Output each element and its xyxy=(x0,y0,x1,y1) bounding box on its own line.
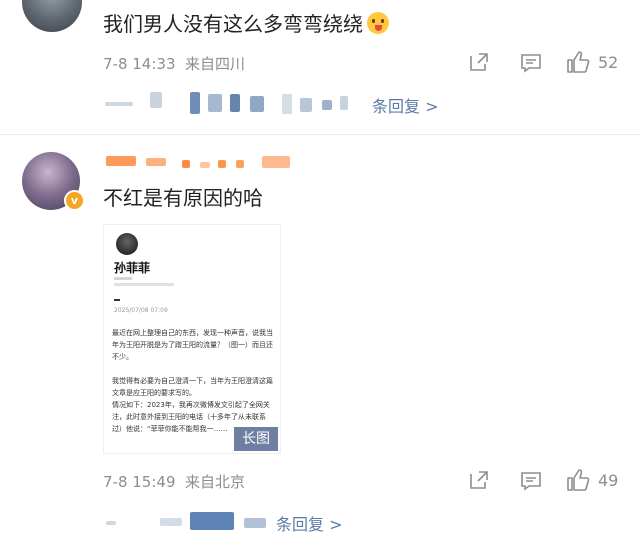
blurred-name xyxy=(250,96,264,112)
image-divider xyxy=(114,299,120,301)
image-date: 2025/07/08 07:09 xyxy=(114,307,168,314)
long-image-badge: 长图 xyxy=(234,427,278,451)
comment-meta: 7-8 15:49 来自北京 xyxy=(103,471,245,492)
comment-text-content: 我们男人没有这么多弯弯绕绕 xyxy=(103,12,363,36)
view-replies-link[interactable]: 条回复 > xyxy=(276,511,343,535)
blurred-username xyxy=(106,156,136,166)
blurred-name xyxy=(190,512,234,530)
blurred-name xyxy=(322,100,332,110)
like-icon[interactable] xyxy=(566,50,590,74)
blurred-name xyxy=(282,94,292,114)
tongue-out-emoji-icon xyxy=(367,12,389,34)
blurred-username xyxy=(200,162,210,168)
comment-meta: 7-8 14:33 来自四川 xyxy=(103,53,245,74)
forward-icon[interactable] xyxy=(468,469,490,491)
image-paragraph: 我觉得有必要为自己澄清一下，当年为王阳澄清这篇文章是应王阳的要求写的。 xyxy=(112,377,273,397)
blurred-name xyxy=(300,98,312,112)
attached-long-image[interactable]: 孙菲菲 2025/07/08 07:09 最近在网上整理自己的东西，发现一种声音… xyxy=(103,224,281,454)
image-author-sub xyxy=(114,277,174,286)
comment-time: 7-8 15:49 xyxy=(103,473,176,491)
verified-badge-icon: v xyxy=(64,190,85,211)
comment-location: 来自四川 xyxy=(185,55,246,73)
comment-icon[interactable] xyxy=(520,470,542,492)
comment-text: 我们男人没有这么多弯弯绕绕 xyxy=(103,8,389,37)
blurred-name xyxy=(150,92,162,108)
blurred-username xyxy=(236,160,244,168)
blurred-username xyxy=(262,156,290,168)
like-icon[interactable] xyxy=(566,468,590,492)
blurred-username xyxy=(218,160,226,168)
blurred-username xyxy=(182,160,190,168)
blurred-name xyxy=(340,96,348,110)
blurred-name xyxy=(160,518,182,526)
blurred-name xyxy=(208,94,222,112)
image-paragraph: 最近在网上整理自己的东西，发现一种声音，说我当年为王阳开脱是为了蹭王阳的流量？（… xyxy=(112,329,273,361)
like-count: 49 xyxy=(598,471,619,490)
image-author-avatar xyxy=(116,233,138,255)
comment-text: 不红是有原因的哈 xyxy=(103,186,263,210)
forward-icon[interactable] xyxy=(468,51,490,73)
view-replies-link[interactable]: 条回复 > xyxy=(372,93,439,117)
blurred-name xyxy=(190,92,200,114)
comment-icon[interactable] xyxy=(520,52,542,74)
avatar[interactable] xyxy=(22,0,82,32)
divider xyxy=(0,134,640,135)
like-count: 52 xyxy=(598,53,619,72)
comment-location: 来自北京 xyxy=(185,473,246,491)
blurred-name xyxy=(106,521,116,525)
blurred-name xyxy=(230,94,240,112)
image-author-name: 孙菲菲 xyxy=(114,261,151,275)
comment-time: 7-8 14:33 xyxy=(103,55,176,73)
blurred-name xyxy=(105,102,133,106)
blurred-name xyxy=(244,518,266,528)
blurred-username xyxy=(146,158,166,166)
